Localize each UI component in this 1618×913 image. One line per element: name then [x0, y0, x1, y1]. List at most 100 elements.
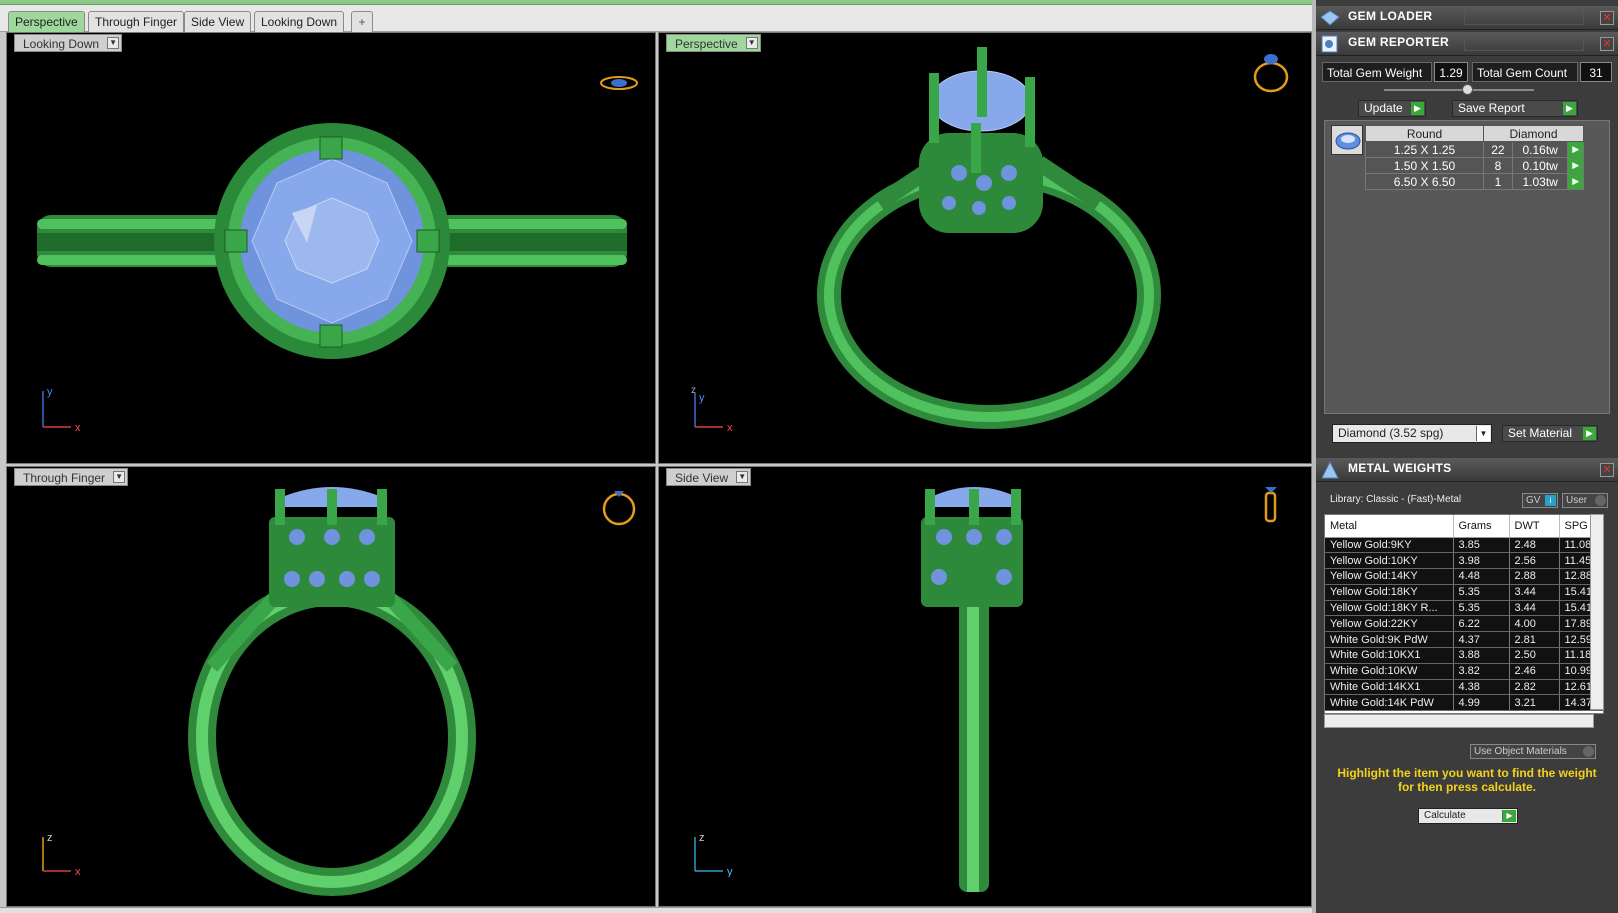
metal-header[interactable]: Metal — [1325, 515, 1454, 538]
gem-size: 6.50 X 6.50 — [1365, 173, 1484, 190]
axis-v-label: z — [699, 832, 705, 844]
metal-row[interactable]: Yellow Gold:14KY 4.48 2.88 12.88 — [1325, 568, 1603, 585]
metal-row[interactable]: White Gold:10KX1 3.88 2.50 11.18 — [1325, 647, 1603, 664]
metal-name: Yellow Gold:22KY — [1325, 615, 1454, 633]
add-tab-button[interactable]: + — [351, 11, 373, 32]
gem-row[interactable]: 6.50 X 6.50 1 1.03tw ▶ — [1365, 173, 1584, 190]
metal-row[interactable]: Yellow Gold:10KY 3.98 2.56 11.45 — [1325, 552, 1603, 570]
metal-table-vertical-scrollbar[interactable] — [1590, 514, 1604, 710]
ring-orientation-icon[interactable] — [597, 477, 641, 529]
use-object-materials-toggle[interactable]: Use Object Materials — [1470, 744, 1596, 759]
metal-row[interactable]: White Gold:10KW 3.82 2.46 10.99 — [1325, 663, 1603, 680]
tab-side-view[interactable]: Side View — [184, 11, 252, 32]
axis-indicator: z y — [694, 832, 733, 877]
library-label: Library: Classic - (Fast)-Metal — [1330, 494, 1462, 505]
viewport-menu-side-view[interactable]: Side View ▼ — [666, 468, 752, 486]
round-gem-icon[interactable] — [1331, 125, 1363, 155]
total-gem-weight-label: Total Gem Weight — [1322, 62, 1432, 82]
chevron-down-icon[interactable]: ▼ — [113, 471, 126, 483]
close-icon[interactable]: ✕ — [1600, 463, 1614, 477]
viewport-menu-looking-down[interactable]: Looking Down ▼ — [14, 34, 123, 52]
play-icon[interactable]: ▶ — [1567, 141, 1584, 158]
calculate-button-label: Calculate — [1424, 810, 1466, 821]
panel-title: METAL WEIGHTS — [1348, 461, 1452, 475]
user-toggle[interactable]: User — [1562, 493, 1608, 508]
viewport-looking-down[interactable]: Looking Down ▼ y x — [6, 32, 656, 464]
chevron-down-icon[interactable]: ▼ — [736, 471, 749, 483]
play-icon: ▶ — [1563, 102, 1576, 115]
gem-slider-thumb[interactable] — [1462, 84, 1473, 95]
axis-indicator: y x — [42, 386, 81, 433]
metal-row[interactable]: Yellow Gold:18KY R... 5.35 3.44 15.41 — [1325, 600, 1603, 617]
metal-row[interactable]: Yellow Gold:18KY 5.35 3.44 15.41 — [1325, 584, 1603, 601]
gem-table: Round Diamond 1.25 X 1.25 22 0.16tw ▶ 1.… — [1365, 125, 1584, 190]
gem-shape-header: Round — [1365, 125, 1484, 142]
tab-perspective[interactable]: Perspective — [8, 11, 85, 32]
total-gem-count-label: Total Gem Count — [1472, 62, 1578, 82]
metal-grams: 4.38 — [1453, 679, 1510, 696]
viewport-perspective[interactable]: Perspective ▼ z y x — [658, 32, 1312, 464]
gem-row[interactable]: 1.25 X 1.25 22 0.16tw ▶ — [1365, 141, 1584, 158]
axis-v-label: z — [691, 385, 696, 396]
gem-reporter-header[interactable]: GEM REPORTER ✕ — [1316, 32, 1618, 56]
ring-orientation-icon[interactable] — [1249, 45, 1293, 97]
viewport-label: Side View — [675, 471, 729, 485]
metal-grams: 4.48 — [1453, 568, 1510, 585]
ring-orientation-icon[interactable] — [597, 53, 641, 105]
tab-through-finger[interactable]: Through Finger — [88, 11, 185, 32]
metal-dwt: 2.50 — [1509, 647, 1560, 664]
viewport-menu-perspective[interactable]: Perspective ▼ — [666, 34, 761, 52]
play-icon[interactable]: ▶ — [1567, 173, 1584, 190]
gem-count: 8 — [1483, 157, 1513, 174]
material-select-value: Diamond (3.52 spg) — [1338, 426, 1444, 440]
metal-weights-header[interactable]: METAL WEIGHTS ✕ — [1316, 458, 1618, 482]
metal-name: Yellow Gold:14KY — [1325, 568, 1454, 585]
play-icon[interactable]: ▶ — [1567, 157, 1584, 174]
gem-weight: 0.16tw — [1511, 141, 1569, 158]
viewport-through-finger[interactable]: Through Finger ▼ z x — [6, 466, 656, 907]
viewport-menu-through-finger[interactable]: Through Finger ▼ — [14, 468, 129, 486]
material-select[interactable]: Diamond (3.52 spg) ▼ — [1332, 424, 1492, 443]
tab-looking-down[interactable]: Looking Down — [254, 11, 345, 32]
gem-loader-header[interactable]: GEM LOADER ✕ — [1316, 6, 1618, 30]
update-button[interactable]: Update ▶ — [1358, 100, 1426, 117]
metal-name: White Gold:14K PdW — [1325, 694, 1454, 712]
dwt-header[interactable]: DWT — [1509, 515, 1560, 538]
metal-row[interactable]: White Gold:14KX1 4.38 2.82 12.61 — [1325, 679, 1603, 696]
ring-orientation-icon[interactable] — [1249, 475, 1293, 527]
metal-row[interactable]: White Gold:9K PdW 4.37 2.81 12.59 — [1325, 631, 1603, 649]
panel-title: GEM LOADER — [1348, 9, 1433, 23]
gem-row[interactable]: 1.50 X 1.50 8 0.10tw ▶ — [1365, 157, 1584, 174]
close-icon[interactable]: ✕ — [1600, 37, 1614, 51]
metal-table-horizontal-scrollbar[interactable] — [1324, 714, 1594, 728]
set-material-button[interactable]: Set Material ▶ — [1502, 425, 1598, 442]
metal-grams: 6.22 — [1453, 615, 1510, 633]
gem-slider-track — [1384, 89, 1534, 91]
viewport-grid: Looking Down ▼ y x Perspective ▼ z y x T… — [0, 32, 1312, 907]
ring-top-view — [37, 123, 627, 359]
gem-size: 1.25 X 1.25 — [1365, 141, 1484, 158]
save-report-button-label: Save Report — [1458, 101, 1525, 115]
grams-header[interactable]: Grams — [1453, 515, 1510, 538]
axis-h-label: y — [727, 866, 733, 877]
gem-weight: 1.03tw — [1511, 173, 1569, 190]
gem-count: 1 — [1483, 173, 1513, 190]
chevron-down-icon[interactable]: ▼ — [745, 37, 758, 49]
metal-dwt: 2.46 — [1509, 663, 1560, 680]
chevron-down-icon[interactable]: ▼ — [107, 37, 120, 49]
metal-row[interactable]: Yellow Gold:22KY 6.22 4.00 17.89 — [1325, 615, 1603, 633]
metal-name: White Gold:10KX1 — [1325, 647, 1454, 664]
play-icon: ▶ — [1411, 102, 1424, 115]
axis-indicator: z y x — [691, 385, 733, 433]
metal-dwt: 2.48 — [1509, 537, 1560, 554]
viewport-label: Perspective — [675, 37, 738, 51]
metal-row[interactable]: White Gold:14K PdW 4.99 3.21 14.37 — [1325, 694, 1603, 712]
gv-toggle[interactable]: GV i — [1522, 493, 1558, 508]
metal-dwt: 2.81 — [1509, 631, 1560, 649]
close-icon[interactable]: ✕ — [1600, 11, 1614, 25]
calculate-button[interactable]: Calculate ▶ — [1418, 808, 1518, 824]
save-report-button[interactable]: Save Report ▶ — [1452, 100, 1578, 117]
metal-row[interactable]: Yellow Gold:9KY 3.85 2.48 11.08 — [1325, 537, 1603, 554]
viewport-side-view[interactable]: Side View ▼ z y — [658, 466, 1312, 907]
metal-weights-icon — [1321, 461, 1339, 479]
